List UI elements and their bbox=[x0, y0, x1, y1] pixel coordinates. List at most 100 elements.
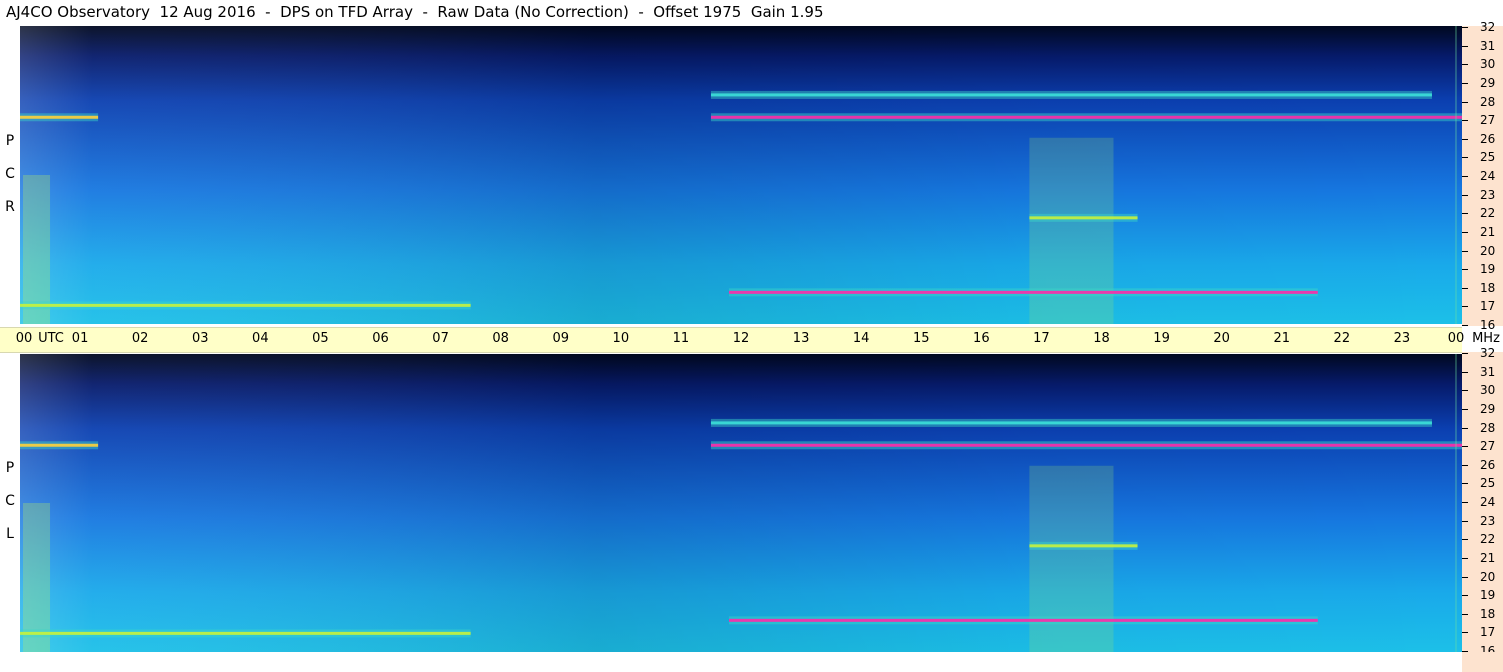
lcp-freq-label-20: 20 bbox=[1480, 569, 1496, 584]
rcp-freq-label-31: 31 bbox=[1480, 38, 1496, 53]
lcp-freq-tick-26 bbox=[1462, 464, 1468, 466]
lcp-freq-tick-21 bbox=[1462, 557, 1468, 559]
rcp-freq-label-19: 19 bbox=[1480, 262, 1496, 277]
lcp-freq-label-18: 18 bbox=[1480, 606, 1496, 621]
lcp-spectrogram-svg bbox=[20, 354, 1462, 652]
lcp-freq-tick-20 bbox=[1462, 576, 1468, 578]
rcp-band-1 bbox=[20, 115, 99, 119]
rcp-freq-tick-25 bbox=[1462, 157, 1468, 159]
rcp-background-shade bbox=[20, 26, 1462, 324]
rcp-letter-r: P bbox=[5, 133, 15, 149]
lcp-freq-label-26: 26 bbox=[1480, 457, 1496, 472]
rcp-freq-tick-16 bbox=[1462, 325, 1468, 326]
rcp-freq-tick-29 bbox=[1462, 82, 1468, 84]
lcp-freq-tick-28 bbox=[1462, 427, 1468, 429]
lcp-freq-label-17: 17 bbox=[1480, 625, 1496, 640]
rcp-spectrogram-svg bbox=[20, 26, 1462, 324]
rcp-freq-label-23: 23 bbox=[1480, 187, 1496, 202]
lcp-freq-label-28: 28 bbox=[1480, 420, 1496, 435]
lcp-band-4 bbox=[1029, 544, 1138, 548]
utc-tick-1: 01 bbox=[71, 331, 89, 346]
lcp-letter-c: C bbox=[5, 493, 15, 509]
utc-tick-5: 05 bbox=[312, 331, 329, 346]
rcp-freq-tick-17 bbox=[1462, 306, 1468, 308]
rcp-freq-tick-21 bbox=[1462, 231, 1468, 233]
utc-tick-23: 23 bbox=[1393, 331, 1411, 346]
utc-tick-0: 00 bbox=[15, 331, 33, 346]
rcp-freq-label-18: 18 bbox=[1480, 280, 1496, 295]
lcp-freq-label-30: 30 bbox=[1480, 383, 1496, 398]
rcp-freq-label-22: 22 bbox=[1480, 206, 1496, 221]
lcp-freq-tick-23 bbox=[1462, 520, 1468, 522]
lcp-letter-p: L bbox=[6, 526, 14, 542]
lcp-freq-tick-18 bbox=[1462, 613, 1468, 615]
lcp-freq-tick-27 bbox=[1462, 446, 1468, 448]
utc-tick-22: 22 bbox=[1333, 331, 1351, 346]
rcp-freq-label-29: 29 bbox=[1480, 75, 1496, 90]
rcp-band-3 bbox=[20, 303, 471, 307]
utc-tick-20: 20 bbox=[1213, 331, 1230, 346]
utc-tick-9: 09 bbox=[552, 331, 570, 346]
utc-tick-14: 14 bbox=[852, 331, 870, 346]
utc-tick-19: 19 bbox=[1153, 331, 1170, 346]
lcp-freq-label-21: 21 bbox=[1480, 550, 1496, 565]
rcp-label: P C R bbox=[2, 125, 18, 224]
utc-tick-3: 03 bbox=[191, 331, 209, 346]
rcp-freq-tick-28 bbox=[1462, 101, 1468, 103]
lcp-freq-tick-17 bbox=[1462, 632, 1468, 634]
lcp-band-0 bbox=[710, 443, 1462, 447]
utc-tick-17: 17 bbox=[1033, 331, 1050, 346]
rcp-letter-c: C bbox=[5, 166, 15, 182]
lcp-freq-label-29: 29 bbox=[1480, 401, 1496, 416]
lcp-band-5 bbox=[710, 421, 1432, 425]
rcp-freq-label-30: 30 bbox=[1480, 57, 1496, 72]
lcp-background-shade bbox=[20, 354, 1462, 652]
utc-tick-10: 10 bbox=[612, 331, 630, 346]
chart-title: AJ4CO Observatory 12 Aug 2016 - DPS on T… bbox=[6, 3, 824, 21]
utc-tick-12: 12 bbox=[732, 331, 750, 346]
mhz-unit-label: MHz bbox=[1472, 331, 1500, 346]
rcp-freq-tick-19 bbox=[1462, 269, 1468, 271]
rcp-freq-tick-32 bbox=[1462, 27, 1468, 28]
rcp-band-4 bbox=[1029, 216, 1138, 220]
utc-tick-6: 06 bbox=[372, 331, 389, 346]
lcp-freq-label-19: 19 bbox=[1480, 588, 1496, 603]
lcp-frequency-axis: 16 17 18 19 20 21 22 23 24 25 26 27 28 29 30 31 32 bbox=[1462, 346, 1503, 658]
rcp-freq-tick-31 bbox=[1462, 45, 1468, 47]
rcp-freq-label-20: 20 bbox=[1480, 243, 1496, 258]
rcp-freq-tick-30 bbox=[1462, 64, 1468, 66]
axis-corner bbox=[1462, 652, 1503, 672]
rcp-freq-tick-18 bbox=[1462, 287, 1468, 289]
rcp-freq-label-28: 28 bbox=[1480, 94, 1496, 109]
lcp-freq-tick-31 bbox=[1462, 371, 1468, 373]
lcp-freq-tick-29 bbox=[1462, 408, 1468, 410]
lcp-label: P C L bbox=[2, 452, 18, 551]
utc-tick-13: 13 bbox=[792, 331, 810, 346]
rcp-freq-tick-22 bbox=[1462, 213, 1468, 215]
lcp-freq-label-24: 24 bbox=[1480, 495, 1496, 509]
rcp-freq-label-24: 24 bbox=[1480, 169, 1496, 183]
rcp-freq-label-21: 21 bbox=[1480, 224, 1496, 239]
lcp-freq-tick-24 bbox=[1462, 502, 1468, 503]
lcp-freq-tick-30 bbox=[1462, 390, 1468, 392]
rcp-freq-tick-26 bbox=[1462, 138, 1468, 140]
rcp-freq-tick-27 bbox=[1462, 120, 1468, 122]
utc-tick-21: 21 bbox=[1273, 331, 1291, 346]
lcp-freq-label-32: 32 bbox=[1480, 346, 1496, 360]
utc-tick-18: 18 bbox=[1093, 331, 1110, 346]
rcp-freq-tick-24 bbox=[1462, 176, 1468, 177]
lcp-freq-label-25: 25 bbox=[1480, 476, 1496, 491]
utc-unit-label: UTC bbox=[38, 331, 64, 346]
lcp-freq-tick-19 bbox=[1462, 595, 1468, 597]
lcp-freq-label-27: 27 bbox=[1480, 439, 1496, 454]
lcp-freq-label-31: 31 bbox=[1480, 364, 1496, 379]
rcp-freq-label-17: 17 bbox=[1480, 299, 1496, 314]
rcp-freq-label-16: 16 bbox=[1480, 318, 1496, 332]
rcp-freq-label-26: 26 bbox=[1480, 131, 1496, 146]
rcp-band-2 bbox=[728, 290, 1318, 294]
lcp-spectrogram bbox=[20, 354, 1462, 652]
utc-tick-16: 16 bbox=[973, 331, 990, 346]
rcp-freq-label-32: 32 bbox=[1480, 20, 1496, 34]
lcp-band-2 bbox=[728, 618, 1318, 622]
utc-tick-8: 08 bbox=[492, 331, 509, 346]
